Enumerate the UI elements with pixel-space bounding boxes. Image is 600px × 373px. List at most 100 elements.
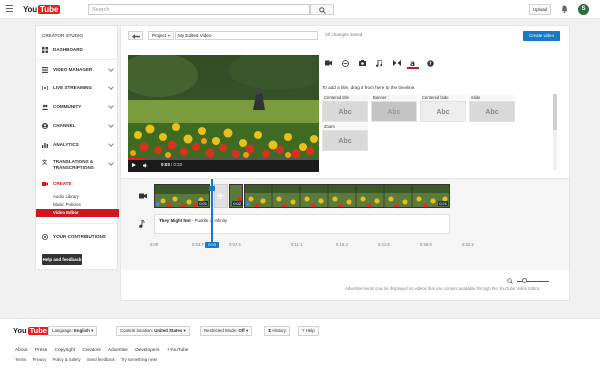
volume-icon[interactable] — [143, 163, 148, 168]
timeline-clip[interactable]: i 0:01 — [154, 184, 210, 208]
add-transition-slot[interactable] — [214, 184, 228, 208]
sidebar-item-live-streaming[interactable]: LIVE STREAMING — [36, 79, 119, 96]
chevron-down-icon[interactable] — [108, 141, 114, 147]
footer-link-policy-safety[interactable]: Policy & Safety — [52, 357, 80, 362]
sidebar-subitem-music-policies[interactable]: Music Policies — [36, 201, 119, 209]
ads-disclaimer: Advertisements may be displayed on video… — [345, 286, 541, 291]
sidebar-item-contributions[interactable]: YOUR CONTRIBUTIONS — [36, 228, 119, 245]
zoom-slider-knob[interactable] — [522, 278, 527, 283]
footer-link-plus-youtube[interactable]: +YouTube — [167, 348, 189, 353]
photos-icon — [359, 60, 366, 66]
footer-link-press[interactable]: Press — [35, 348, 47, 353]
footer-link-terms[interactable]: Terms — [15, 357, 26, 362]
sidebar-subitem-audio-library[interactable]: Audio Library — [36, 193, 119, 201]
search-button[interactable] — [310, 4, 334, 15]
avatar[interactable]: S — [578, 4, 589, 15]
project-dropdown[interactable]: Project — [148, 31, 174, 40]
timeline-clip[interactable]: 0:02 — [229, 184, 243, 208]
content-location-button[interactable]: Content location: United States ▾ — [116, 326, 190, 336]
transitions-icon — [342, 60, 349, 67]
hamburger-menu-icon[interactable] — [6, 5, 13, 13]
restricted-mode-button[interactable]: Restricted Mode: Off ▾ — [200, 326, 253, 336]
tab-transitions-swap[interactable] — [390, 57, 402, 69]
play-icon[interactable] — [132, 163, 136, 167]
tab-photos[interactable] — [356, 57, 368, 69]
chevron-down-icon[interactable] — [108, 160, 114, 166]
sidebar-item-create[interactable]: CREATE — [36, 175, 119, 192]
community-icon — [42, 104, 48, 110]
history-button[interactable]: ⧗ History — [264, 326, 290, 336]
chevron-down-icon[interactable] — [108, 122, 114, 128]
footer-link-developers[interactable]: Developers — [135, 348, 159, 353]
chevron-down-icon[interactable] — [108, 84, 114, 90]
progress-fill — [128, 158, 146, 160]
help-button[interactable]: ? Help — [298, 326, 319, 336]
clip-info-badge[interactable]: i — [246, 202, 250, 206]
location-label: Content location: — [120, 328, 153, 333]
tab-clips[interactable] — [322, 57, 334, 69]
restricted-label: Restricted Mode: — [204, 328, 238, 333]
ruler-tick: 0:16.3 — [336, 242, 348, 247]
video-player[interactable]: 0:03 / 0:32 — [128, 55, 319, 172]
tab-text[interactable]: a — [407, 57, 419, 69]
text-style-centered-fade[interactable]: Centered fade Abc — [420, 95, 466, 122]
text-style-sample: Abc — [322, 130, 368, 151]
arrow-left-icon — [132, 34, 140, 39]
notifications-bell-icon[interactable] — [561, 5, 568, 13]
sidebar-item-dashboard[interactable]: DASHBOARD — [36, 41, 119, 58]
footer-link-copyright[interactable]: Copyright — [55, 348, 76, 353]
language-button[interactable]: Language: English ▾ — [48, 326, 98, 336]
search-input[interactable]: Search — [88, 4, 310, 15]
help-icon: ? — [427, 60, 434, 67]
footer-link-try-something-new[interactable]: Try something new! — [121, 357, 157, 362]
camera-icon — [325, 60, 332, 66]
audio-track[interactable]: They Might Not - Puddle of Infinity — [154, 214, 450, 234]
tab-audio[interactable] — [373, 57, 385, 69]
footer-link-privacy[interactable]: Privacy — [33, 357, 47, 362]
sidebar-subitem-video-editor[interactable]: Video Editor — [36, 209, 119, 217]
zoom-icon — [507, 278, 513, 284]
tab-help[interactable]: ? — [424, 57, 436, 69]
sidebar-item-video-manager[interactable]: VIDEO MANAGER — [36, 61, 119, 78]
footer-link-advertise[interactable]: Advertise — [108, 348, 128, 353]
help-and-feedback-button[interactable]: Help and feedback — [42, 254, 82, 265]
text-styles-scrollbar[interactable] — [553, 94, 557, 170]
ruler-tick: 0:00 — [150, 242, 159, 247]
chevron-down-icon[interactable] — [108, 66, 114, 72]
history-icon: ⧗ — [268, 328, 272, 333]
footer-link-send-feedback[interactable]: Send feedback — [87, 357, 115, 362]
text-style-centered-title[interactable]: Centered title Abc — [322, 95, 368, 122]
current-time: 0:03 — [161, 162, 170, 167]
chevron-down-icon[interactable] — [108, 103, 114, 109]
text-style-zoom[interactable]: Zoom Abc — [322, 124, 368, 151]
playhead[interactable] — [211, 179, 213, 245]
undo-button[interactable] — [128, 31, 143, 40]
ruler-tick: 0:07.4 — [229, 242, 241, 247]
text-style-slide[interactable]: Slide Abc — [469, 95, 515, 122]
clip-duration: 0:01 — [198, 201, 208, 206]
clip-thumbnail — [245, 185, 449, 207]
sidebar-item-translations[interactable]: 文 TRANSLATIONS & TRANSCRIPTIONS — [36, 155, 119, 175]
project-name-field[interactable]: My Edited Video — [175, 31, 318, 40]
sidebar-item-label: COMMUNITY — [53, 104, 82, 109]
location-value: United States — [154, 328, 183, 333]
text-style-banner[interactable]: Banner Abc — [371, 95, 417, 122]
help-label: Help — [305, 328, 315, 333]
youtube-logo[interactable]: You Tube — [23, 4, 61, 15]
create-video-button[interactable]: Create video — [523, 31, 560, 41]
sidebar-item-analytics[interactable]: ANALYTICS — [36, 136, 119, 153]
text-icon: a — [410, 60, 415, 67]
footer-youtube-logo[interactable]: You Tube — [13, 326, 49, 335]
sidebar-item-community[interactable]: COMMUNITY — [36, 98, 119, 115]
progress-bar[interactable] — [128, 158, 319, 160]
timeline-clip[interactable]: i 0:21 — [244, 184, 450, 208]
footer-link-about[interactable]: About — [15, 348, 28, 353]
tab-transitions[interactable] — [339, 57, 351, 69]
sidebar-item-channel[interactable]: CHANNEL — [36, 117, 119, 134]
upload-button[interactable]: Upload — [529, 4, 551, 15]
clip-info-badge[interactable]: i — [156, 202, 160, 206]
footer-link-creators[interactable]: Creators — [82, 348, 100, 353]
logo-tube: Tube — [27, 325, 49, 335]
sidebar-title: CREATOR STUDIO — [42, 33, 83, 38]
svg-text:文: 文 — [42, 159, 48, 165]
